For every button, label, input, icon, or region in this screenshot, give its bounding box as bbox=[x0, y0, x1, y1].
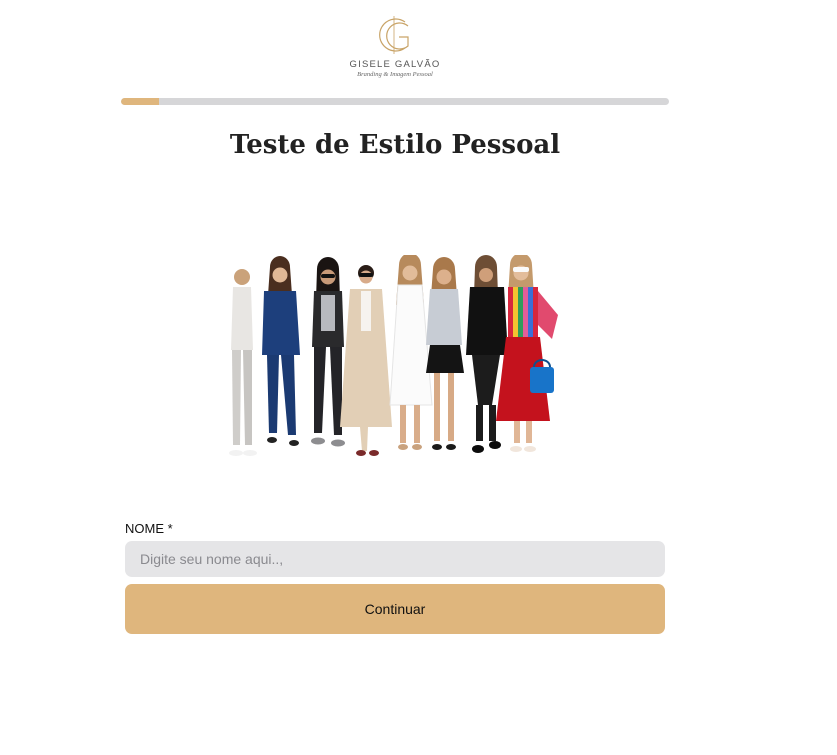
page-title: Teste de Estilo Pessoal bbox=[229, 130, 561, 160]
continue-button[interactable]: Continuar bbox=[125, 584, 665, 634]
group-of-women-image bbox=[229, 255, 558, 456]
logo-monogram-icon bbox=[379, 16, 409, 54]
name-input[interactable] bbox=[125, 541, 665, 577]
woman-figure bbox=[466, 255, 508, 453]
woman-figure bbox=[229, 269, 257, 456]
woman-figure bbox=[496, 255, 558, 452]
progress-bar bbox=[121, 98, 669, 105]
woman-figure bbox=[262, 256, 300, 446]
woman-figure bbox=[389, 255, 433, 450]
woman-figure bbox=[426, 257, 464, 450]
brand-name: GISELE GALVÃO bbox=[349, 59, 441, 70]
brand-tagline: Branding & Imagem Pessoal bbox=[357, 71, 433, 78]
name-field-label: NOME * bbox=[125, 521, 173, 536]
brand-logo: GISELE GALVÃO Branding & Imagem Pessoal bbox=[340, 12, 450, 82]
woman-figure bbox=[340, 265, 392, 456]
woman-figure bbox=[311, 257, 345, 447]
progress-bar-fill bbox=[121, 98, 160, 105]
